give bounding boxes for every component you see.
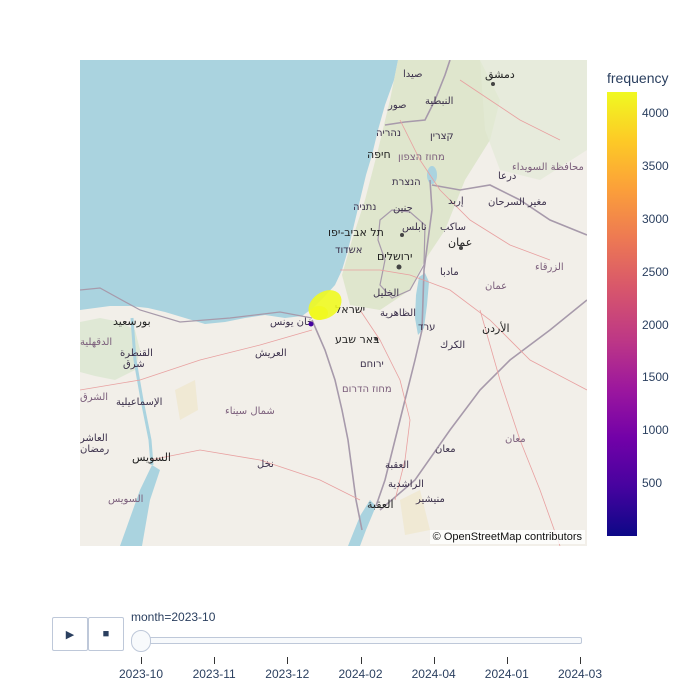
- colorbar-tick-label: 500: [642, 476, 663, 491]
- place-label-daqahlia: الدقهلية: [80, 337, 112, 348]
- place-label-karak: الكرك: [440, 340, 465, 351]
- place-label-dhahiriya: الظاهرية: [380, 308, 416, 319]
- place-label-as-suwayda: محافظة السويداء: [512, 162, 584, 173]
- place-label-port-said: بورسعيد: [113, 315, 151, 328]
- slider-current-value: month=2023-10: [131, 610, 216, 624]
- place-label-netanya: נתניה: [353, 202, 376, 213]
- slider-tick-label[interactable]: 2024-02: [338, 667, 382, 681]
- slider-tick-label[interactable]: 2023-11: [193, 667, 236, 681]
- colorbar-tick-label: 3000: [642, 211, 669, 226]
- stop-button[interactable]: ■: [88, 617, 124, 651]
- city-dot: [491, 82, 495, 86]
- place-label-north-sinai: شمال سيناء: [225, 406, 275, 417]
- place-label-asher: العاشر: [80, 433, 108, 444]
- map-basemap: دمشق صيدا النبطية صور נהריה קצרין חיפה מ…: [80, 60, 587, 546]
- slider-tick-label[interactable]: 2023-10: [119, 667, 163, 681]
- place-label-muneishir: منيشير: [415, 494, 445, 505]
- place-label-maan-gov: معان: [505, 434, 526, 445]
- slider-tick-label[interactable]: 2024-01: [485, 667, 529, 681]
- place-label-qatzrin: קצרין: [430, 131, 454, 142]
- place-label-rashidiya: الراشدية: [388, 479, 424, 490]
- place-label-salt: ساكب: [440, 222, 466, 233]
- place-label-jerusalem: ירושלים: [377, 250, 412, 263]
- slider-tick-mark: [506, 657, 508, 664]
- slider-tick-label[interactable]: 2023-12: [265, 667, 309, 681]
- slider-tick-mark: [287, 657, 289, 664]
- place-label-sharqia: الشرق: [80, 392, 108, 403]
- slider-tick-label[interactable]: 2024-03: [558, 667, 602, 681]
- play-button[interactable]: ▶: [52, 617, 88, 651]
- slider-tick-mark: [360, 657, 362, 664]
- place-label-maan: معان: [435, 444, 456, 455]
- place-label-nahariya: נהריה: [376, 128, 401, 139]
- colorbar: [607, 92, 637, 536]
- place-label-nakhl: نخل: [257, 459, 274, 470]
- colorbar-tick-label: 2000: [642, 317, 669, 332]
- place-label-suez: السويس: [132, 451, 171, 464]
- stop-icon: ■: [102, 628, 110, 640]
- place-label-jordan: الأردن: [482, 321, 510, 335]
- place-label-saida: صيدا: [403, 69, 423, 80]
- city-dot: [400, 233, 404, 237]
- place-label-sharq: شرق: [123, 359, 145, 370]
- density-blob: [310, 306, 328, 320]
- slider-tick-mark: [214, 657, 216, 664]
- density-point-low: [308, 321, 314, 327]
- slider-handle[interactable]: [131, 630, 151, 652]
- place-label-ramadan: رمضان: [80, 444, 109, 455]
- place-label-madaba: مادبا: [440, 267, 459, 278]
- map-attribution[interactable]: © OpenStreetMap contributors: [429, 530, 585, 544]
- place-label-arad: ערד: [418, 322, 435, 333]
- colorbar-tick-label: 4000: [642, 106, 669, 121]
- colorbar-tick-label: 2500: [642, 264, 669, 279]
- place-label-khan-yunis: خان يونس: [270, 317, 313, 328]
- slider-tick-mark: [580, 657, 581, 664]
- place-label-suez-gov: السويس: [108, 494, 143, 505]
- slider-tick-mark: [141, 657, 142, 664]
- play-icon: ▶: [65, 628, 75, 641]
- place-label-qantara: القنطرة: [120, 348, 153, 359]
- place-label-haifa: חיפה: [367, 148, 391, 161]
- colorbar-tick-label: 1000: [642, 423, 669, 438]
- place-label-zarqa: الزرقاء: [535, 262, 564, 273]
- place-label-yeruham: ירוחם: [360, 359, 384, 370]
- place-label-nablus: نابلس: [402, 222, 427, 233]
- place-label-mughayyir: مغير السرحان: [488, 197, 547, 208]
- city-dot: [396, 264, 402, 270]
- slider-tick-label[interactable]: 2024-04: [412, 667, 456, 681]
- place-label-jenin: جنين: [393, 203, 413, 214]
- place-label-aqaba: العقبة: [367, 498, 394, 511]
- place-label-amman-gov: عمان: [485, 281, 507, 292]
- place-label-amman: عمان: [448, 236, 472, 249]
- place-label-daraa: درعا: [498, 171, 516, 182]
- place-label-sour: صور: [387, 100, 407, 111]
- place-label-arish: العريش: [255, 348, 287, 359]
- place-label-al-khalil: الخليل: [373, 288, 399, 299]
- place-label-north-district: מחוז הצפון: [398, 152, 445, 163]
- place-label-nazareth: הנצרת: [392, 177, 421, 188]
- colorbar-tick-label: 1500: [642, 370, 669, 385]
- place-label-south-district: מחוז הדרום: [342, 384, 392, 395]
- map-view[interactable]: دمشق صيدا النبطية صور נהריה קצרין חיפה מ…: [80, 60, 587, 546]
- place-label-irbid: إربد: [448, 196, 464, 207]
- place-label-beer-sheva: באר שבע: [335, 333, 379, 346]
- colorbar-title: frequency: [607, 70, 669, 86]
- place-label-ismailia: الإسماعيلية: [116, 397, 162, 408]
- place-label-damascus: دمشق: [485, 68, 515, 82]
- place-label-ashdod: אשדוד: [335, 245, 362, 256]
- sea-of-galilee: [427, 166, 437, 184]
- place-label-tel-aviv: תל אביב-יפו: [328, 226, 384, 239]
- place-label-aqaba-gov: العقبة: [385, 460, 409, 471]
- slider-track[interactable]: [134, 637, 582, 644]
- slider-tick-mark: [433, 657, 435, 664]
- place-label-nabatieh: النبطية: [425, 96, 453, 107]
- colorbar-tick-label: 3500: [642, 159, 669, 173]
